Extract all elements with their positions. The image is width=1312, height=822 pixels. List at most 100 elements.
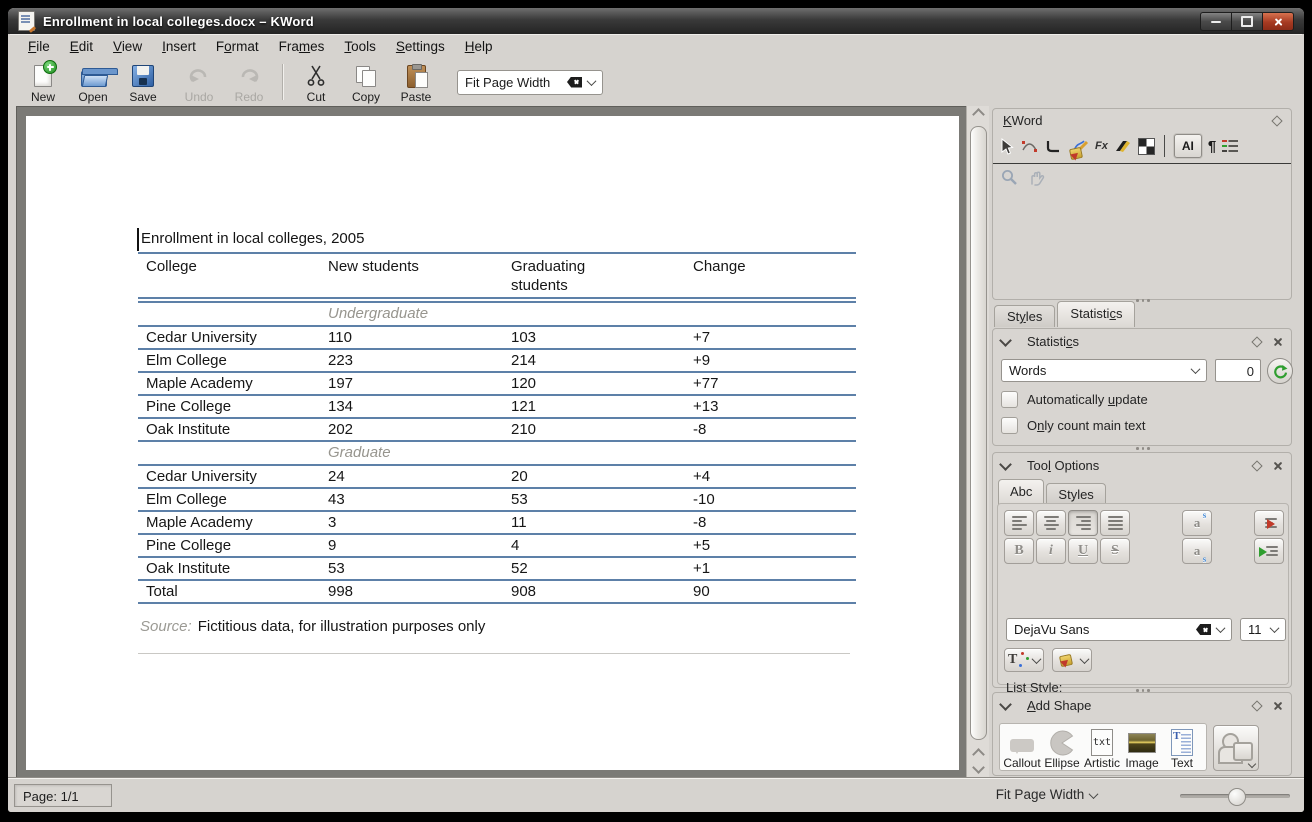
italic-button[interactable]: i [1036, 538, 1066, 564]
statistics-metric-select[interactable]: Words [1001, 359, 1207, 382]
formula-tool-icon[interactable]: Fx [1095, 140, 1108, 152]
document-page[interactable]: Enrollment in local colleges, 2005 Colle… [26, 116, 959, 770]
vertical-scrollbar[interactable] [966, 106, 989, 778]
menu-frames[interactable]: Frames [269, 37, 335, 56]
font-color-button[interactable]: T [1004, 648, 1044, 672]
refresh-button[interactable] [1267, 358, 1293, 384]
align-right-button[interactable] [1068, 510, 1098, 536]
titlebar[interactable]: Enrollment in local colleges.docx – KWor… [8, 8, 1304, 34]
bezier-tool-icon[interactable] [1021, 138, 1038, 154]
cut-button[interactable]: Cut [291, 60, 341, 104]
document-title[interactable]: Enrollment in local colleges, 2005 [141, 230, 364, 247]
auto-update-checkbox[interactable] [1001, 391, 1018, 408]
tool-options-title: Tool Options [1027, 458, 1099, 473]
minimize-button[interactable] [1200, 12, 1232, 31]
menu-help[interactable]: Help [455, 37, 503, 56]
splitter-handle[interactable] [990, 447, 1296, 450]
shape-artistic-text[interactable]: txt Artistic [1082, 726, 1122, 770]
highlight-color-button[interactable] [1052, 648, 1092, 672]
scroll-up-icon[interactable] [972, 108, 985, 121]
maximize-button[interactable] [1232, 12, 1263, 31]
select-tool-icon[interactable] [999, 138, 1015, 155]
shape-image[interactable]: Image [1122, 726, 1162, 770]
float-panel-icon[interactable] [1251, 460, 1262, 471]
list-format-icon[interactable] [1222, 140, 1238, 153]
zoom-combobox[interactable]: Fit Page Width [457, 70, 603, 95]
superscript-button[interactable]: as [1182, 510, 1212, 536]
scroll-up-icon[interactable] [972, 748, 985, 761]
menu-edit[interactable]: Edit [60, 37, 103, 56]
text-direction-rtl-button[interactable] [1254, 510, 1284, 536]
scroll-down-icon[interactable] [972, 761, 985, 774]
tab-char-styles[interactable]: Styles [1046, 483, 1105, 505]
align-center-button[interactable] [1036, 510, 1066, 536]
subscript-button[interactable]: as [1182, 538, 1212, 564]
main-text-only-checkbox[interactable] [1001, 417, 1018, 434]
calligraphy-tool-icon[interactable] [1114, 138, 1132, 154]
collapse-icon[interactable] [999, 458, 1012, 471]
enrollment-table[interactable]: College New students Graduating students… [138, 252, 856, 604]
redo-button[interactable]: Redo [224, 60, 274, 104]
new-button[interactable]: New [18, 60, 68, 104]
document-canvas[interactable]: Enrollment in local colleges, 2005 Colle… [16, 106, 966, 778]
chevron-down-icon [1080, 654, 1090, 664]
align-justify-button[interactable] [1100, 510, 1130, 536]
text-tool-button[interactable]: AI [1174, 134, 1202, 158]
scrollbar-thumb[interactable] [970, 126, 987, 740]
strikethrough-icon: S [1111, 543, 1119, 559]
close-button[interactable] [1263, 12, 1294, 31]
clear-icon[interactable] [1196, 624, 1211, 635]
clear-icon[interactable] [567, 77, 582, 88]
menu-file[interactable]: File [18, 37, 60, 56]
shape-callout[interactable]: Callout [1002, 726, 1042, 770]
connector-tool-icon[interactable] [1044, 139, 1060, 154]
bold-icon: B [1014, 543, 1023, 559]
float-panel-icon[interactable] [1271, 115, 1282, 126]
close-panel-icon[interactable] [1273, 701, 1283, 711]
copy-button[interactable]: Copy [341, 60, 391, 104]
pan-hand-icon[interactable] [1028, 169, 1045, 186]
text-direction-ltr-button[interactable] [1254, 538, 1284, 564]
zoom-tool-icon[interactable] [1001, 169, 1018, 186]
float-panel-icon[interactable] [1251, 336, 1262, 347]
zoom-slider-knob[interactable] [1228, 788, 1246, 806]
collapse-icon[interactable] [999, 698, 1012, 711]
save-button[interactable]: Save [118, 60, 168, 104]
statusbar-zoom-select[interactable]: Fit Page Width [996, 787, 1104, 802]
menu-settings[interactable]: Settings [386, 37, 455, 56]
float-panel-icon[interactable] [1251, 700, 1262, 711]
strikethrough-button[interactable]: S [1100, 538, 1130, 564]
shape-ellipse[interactable]: Ellipse [1042, 726, 1082, 770]
font-size-combobox[interactable]: 11 [1240, 618, 1286, 641]
undo-button[interactable]: Undo [174, 60, 224, 104]
statistics-panel: Statistics Words 0 Automatically update … [992, 328, 1292, 446]
paragraph-tool-icon[interactable]: ¶ [1208, 138, 1216, 155]
pattern-tool-icon[interactable] [1138, 138, 1155, 155]
table-row: Elm College4353-10 [138, 487, 856, 510]
tab-abc[interactable]: Abc [998, 479, 1044, 505]
statusbar: Page: 1/1 Fit Page Width [8, 778, 1304, 812]
close-panel-icon[interactable] [1273, 337, 1283, 347]
maximize-icon [1241, 16, 1253, 27]
open-button[interactable]: Open [68, 60, 118, 104]
align-left-button[interactable] [1004, 510, 1034, 536]
new-document-icon [34, 63, 52, 89]
table-row: Oak Institute202210-8 [138, 417, 856, 440]
menu-format[interactable]: Format [206, 37, 269, 56]
underline-icon: U [1078, 543, 1088, 559]
paste-button[interactable]: Paste [391, 60, 441, 104]
bold-button[interactable]: B [1004, 538, 1034, 564]
source-line: Source:Fictitious data, for illustration… [140, 618, 485, 635]
tab-statistics[interactable]: Statistics [1057, 301, 1135, 327]
shape-text[interactable]: T Text [1162, 726, 1202, 770]
menu-view[interactable]: View [103, 37, 152, 56]
font-family-combobox[interactable]: DejaVu Sans [1006, 618, 1232, 641]
shape-collection-button[interactable] [1213, 725, 1259, 771]
close-panel-icon[interactable] [1273, 461, 1283, 471]
menu-insert[interactable]: Insert [152, 37, 206, 56]
zoom-slider[interactable] [1180, 794, 1290, 798]
menu-tools[interactable]: Tools [334, 37, 386, 56]
tab-styles[interactable]: Styles [994, 305, 1055, 327]
underline-button[interactable]: U [1068, 538, 1098, 564]
collapse-icon[interactable] [999, 334, 1012, 347]
